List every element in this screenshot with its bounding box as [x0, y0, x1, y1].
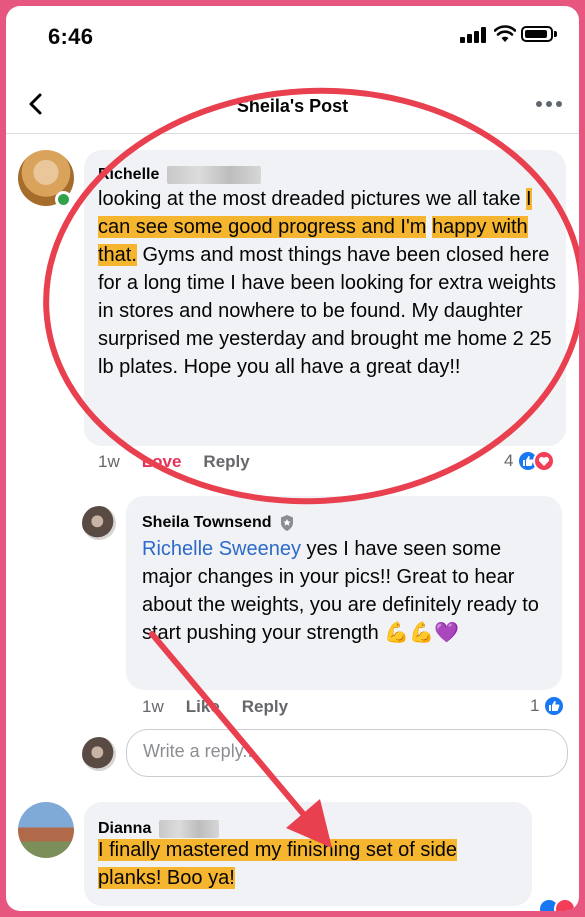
emoji: 💪💪💜 [384, 622, 460, 644]
like-icon [543, 695, 566, 717]
status-time: 6:46 [48, 24, 94, 49]
reaction-summary[interactable] [538, 898, 576, 911]
reply-input[interactable]: Write a reply... [126, 729, 568, 777]
more-icon[interactable] [536, 101, 562, 109]
reply-button[interactable]: Reply [242, 697, 288, 717]
nav-bar: Sheila's Post [6, 76, 579, 134]
comment-actions: 1w Like Reply [142, 697, 288, 717]
comment-bubble: Richelle looking at the most dreaded pic… [84, 150, 566, 446]
comment-actions: 1w Love Reply [98, 452, 250, 472]
comment-text: looking at the most dreaded pictures we … [98, 188, 557, 378]
reply-bubble: Sheila Townsend Richelle Sweeney yes I h… [126, 496, 562, 690]
heart-icon [554, 898, 576, 911]
phone-screen: 6:46 Sheila's Post Richelle looking at t… [6, 6, 579, 911]
reaction-summary[interactable]: 1 [530, 695, 566, 717]
avatar[interactable] [18, 802, 74, 858]
heart-icon [533, 450, 556, 472]
comment-author[interactable]: Sheila Townsend [142, 514, 294, 532]
comment-bubble: Dianna I finally mastered my finishing s… [84, 802, 532, 906]
love-button[interactable]: Love [142, 452, 182, 472]
verified-icon [280, 515, 293, 531]
reaction-count: 1 [530, 696, 540, 715]
mention-link[interactable]: Richelle Sweeney [142, 538, 301, 560]
comment-author[interactable]: Richelle [98, 166, 262, 184]
like-button[interactable]: Like [186, 697, 220, 717]
signal-icon [460, 27, 486, 43]
avatar [82, 737, 116, 771]
status-bar: 6:46 [6, 6, 579, 66]
comment-text: I finally mastered my finishing set of s… [98, 839, 458, 889]
reaction-count: 4 [504, 451, 514, 470]
online-indicator [55, 191, 72, 208]
wifi-icon [494, 25, 516, 42]
page-title: Sheila's Post [236, 96, 349, 116]
battery-icon [521, 26, 557, 42]
comment-time: 1w [142, 697, 164, 716]
reaction-summary[interactable]: 4 [504, 450, 556, 472]
avatar[interactable] [82, 506, 116, 540]
comment-time: 1w [98, 452, 120, 471]
comment-text: Richelle Sweeney yes I have seen some ma… [142, 535, 554, 647]
reply-button[interactable]: Reply [203, 452, 249, 472]
redacted-name [167, 166, 262, 184]
